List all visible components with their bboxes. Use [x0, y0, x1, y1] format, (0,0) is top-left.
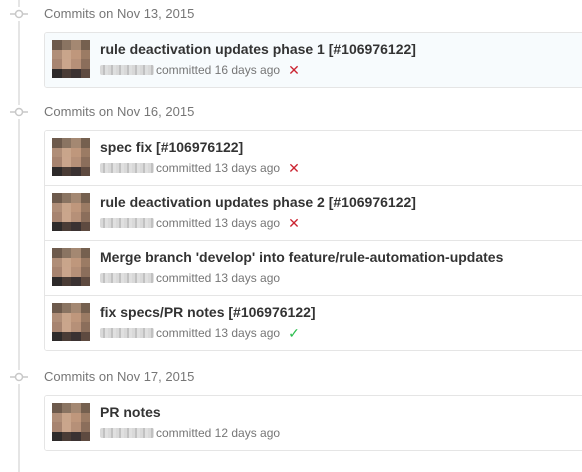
build-failed-icon[interactable]: ✕: [288, 161, 300, 175]
commit-list: spec fix [#106976122] committed 13 days …: [44, 130, 582, 351]
commit-list: PR notes committed 12 days ago: [44, 395, 582, 451]
commit-group-header: Commits on Nov 17, 2015: [0, 363, 582, 393]
commit-meta: committed 13 days ago ✕: [100, 161, 300, 175]
commit-list: rule deactivation updates phase 1 [#1069…: [44, 32, 582, 88]
build-passed-icon[interactable]: ✓: [288, 326, 300, 340]
commit-row[interactable]: fix specs/PR notes [#106976122] committe…: [45, 295, 582, 350]
commit-group: Commits on Nov 16, 2015 spec fix [#10697…: [0, 98, 582, 351]
author-name-redacted[interactable]: [100, 163, 154, 173]
commit-row[interactable]: Merge branch 'develop' into feature/rule…: [45, 240, 582, 295]
commit-time: committed 13 days ago: [156, 271, 281, 285]
commit-title-link[interactable]: Merge branch 'develop' into feature/rule…: [100, 249, 503, 265]
commit-time: committed 16 days ago: [156, 63, 281, 77]
avatar[interactable]: [52, 303, 90, 341]
commit-row[interactable]: rule deactivation updates phase 2 [#1069…: [45, 185, 582, 240]
author-name-redacted[interactable]: [100, 428, 154, 438]
commit-title-link[interactable]: rule deactivation updates phase 2 [#1069…: [100, 194, 416, 210]
commit-group-date: Commits on Nov 16, 2015: [44, 104, 195, 119]
avatar[interactable]: [52, 403, 90, 441]
commit-group-header: Commits on Nov 16, 2015: [0, 98, 582, 128]
commit-group-date: Commits on Nov 13, 2015: [44, 6, 195, 21]
commit-title-link[interactable]: fix specs/PR notes [#106976122]: [100, 304, 316, 320]
commit-title-link[interactable]: spec fix [#106976122]: [100, 139, 243, 155]
commit-group: Commits on Nov 17, 2015 PR notes committ…: [0, 363, 582, 451]
author-name-redacted[interactable]: [100, 218, 154, 228]
avatar[interactable]: [52, 248, 90, 286]
commit-node-icon: [10, 105, 28, 119]
commit-node-icon: [10, 370, 28, 384]
commit-meta: committed 13 days ago ✕: [100, 216, 300, 230]
commit-meta: committed 13 days ago: [100, 271, 280, 285]
commit-group: Commits on Nov 13, 2015 rule deactivatio…: [0, 0, 582, 88]
commit-row[interactable]: PR notes committed 12 days ago: [45, 396, 582, 450]
commit-time: committed 12 days ago: [156, 426, 281, 440]
commit-meta: committed 16 days ago ✕: [100, 63, 300, 77]
commit-group-header: Commits on Nov 13, 2015: [0, 0, 582, 30]
avatar[interactable]: [52, 40, 90, 78]
commit-title-link[interactable]: rule deactivation updates phase 1 [#1069…: [100, 41, 416, 57]
commit-time: committed 13 days ago: [156, 216, 281, 230]
commit-group-date: Commits on Nov 17, 2015: [44, 369, 195, 384]
build-failed-icon[interactable]: ✕: [288, 216, 300, 230]
avatar[interactable]: [52, 138, 90, 176]
commit-meta: committed 13 days ago ✓: [100, 326, 300, 340]
commit-time: committed 13 days ago: [156, 161, 281, 175]
author-name-redacted[interactable]: [100, 328, 154, 338]
avatar[interactable]: [52, 193, 90, 231]
commit-node-icon: [10, 7, 28, 21]
commit-row[interactable]: rule deactivation updates phase 1 [#1069…: [45, 33, 582, 87]
build-failed-icon[interactable]: ✕: [288, 63, 300, 77]
commit-title-link[interactable]: PR notes: [100, 404, 161, 420]
commit-time: committed 13 days ago: [156, 326, 281, 340]
timeline-line: [18, 0, 20, 472]
commit-row[interactable]: spec fix [#106976122] committed 13 days …: [45, 131, 582, 185]
author-name-redacted[interactable]: [100, 273, 154, 283]
commit-meta: committed 12 days ago: [100, 426, 280, 440]
author-name-redacted[interactable]: [100, 65, 154, 75]
